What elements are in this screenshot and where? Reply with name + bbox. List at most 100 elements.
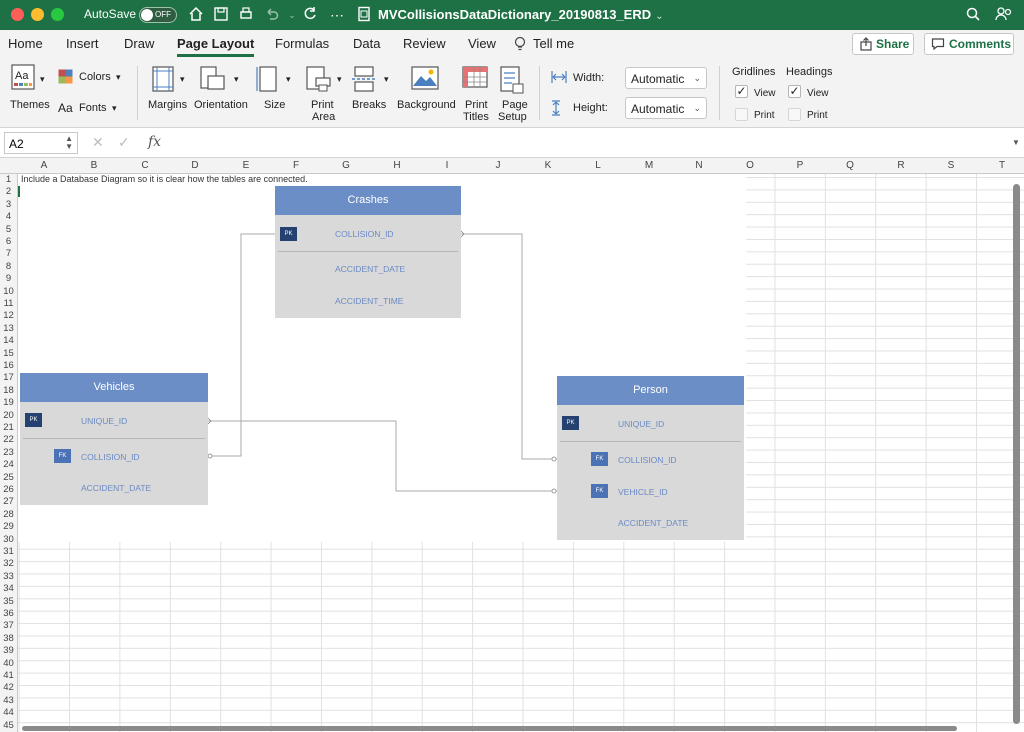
enter-icon[interactable]: ✓ xyxy=(118,134,130,151)
breaks-label[interactable]: Breaks xyxy=(352,100,386,111)
row-header[interactable]: 2 xyxy=(0,186,17,197)
row-header[interactable]: 18 xyxy=(0,385,17,396)
fonts-dropdown-icon[interactable]: ▾ xyxy=(112,103,117,114)
tab-page-layout[interactable]: Page Layout xyxy=(177,36,255,57)
column-header[interactable]: Q xyxy=(842,160,858,171)
row-header[interactable]: 23 xyxy=(0,447,17,458)
colors-icon[interactable] xyxy=(58,69,73,84)
row-header[interactable]: 32 xyxy=(0,558,17,569)
column-header[interactable]: H xyxy=(389,160,405,171)
height-select[interactable]: Automatic ⌄ xyxy=(625,97,707,119)
column-header[interactable]: A xyxy=(36,160,52,171)
size-icon[interactable] xyxy=(256,66,278,92)
undo-dropdown-icon[interactable]: ⌄ xyxy=(283,6,301,24)
row-header[interactable]: 8 xyxy=(0,261,17,272)
themes-dropdown-icon[interactable]: ▾ xyxy=(40,74,45,85)
tab-formulas[interactable]: Formulas xyxy=(275,36,329,51)
cancel-icon[interactable]: ✕ xyxy=(92,134,104,151)
background-icon[interactable] xyxy=(411,66,439,90)
insert-function-icon[interactable]: fx xyxy=(148,134,161,150)
row-header[interactable]: 36 xyxy=(0,608,17,619)
tab-draw[interactable]: Draw xyxy=(124,36,154,51)
row-header[interactable]: 15 xyxy=(0,348,17,359)
row-header[interactable]: 13 xyxy=(0,323,17,334)
account-icon[interactable] xyxy=(995,6,1013,24)
row-header[interactable]: 20 xyxy=(0,410,17,421)
orientation-icon[interactable] xyxy=(200,66,225,92)
breaks-dropdown-icon[interactable]: ▾ xyxy=(384,74,389,85)
row-header[interactable]: 10 xyxy=(0,286,17,297)
row-header[interactable]: 42 xyxy=(0,682,17,693)
column-header[interactable]: B xyxy=(86,160,102,171)
row-header[interactable]: 35 xyxy=(0,596,17,607)
row-header[interactable]: 28 xyxy=(0,509,17,520)
column-header[interactable]: J xyxy=(490,160,506,171)
row-header[interactable]: 11 xyxy=(0,298,17,309)
margins-dropdown-icon[interactable]: ▾ xyxy=(180,74,185,85)
row-header[interactable]: 37 xyxy=(0,620,17,631)
name-box[interactable]: A2 ▲ ▼ xyxy=(4,132,78,154)
column-header[interactable]: T xyxy=(994,160,1010,171)
row-header[interactable]: 26 xyxy=(0,484,17,495)
autosave-toggle[interactable]: OFF xyxy=(139,7,177,23)
row-header[interactable]: 5 xyxy=(0,224,17,235)
gridlines-print-checkbox[interactable] xyxy=(735,108,748,121)
headings-print-checkbox[interactable] xyxy=(788,108,801,121)
row-header[interactable]: 16 xyxy=(0,360,17,371)
margins-icon[interactable] xyxy=(152,66,174,92)
margins-label[interactable]: Margins xyxy=(148,100,187,111)
print-titles-icon[interactable] xyxy=(462,66,488,92)
row-header[interactable]: 3 xyxy=(0,199,17,210)
row-header[interactable]: 7 xyxy=(0,248,17,259)
tab-view[interactable]: View xyxy=(468,36,496,51)
row-header[interactable]: 33 xyxy=(0,571,17,582)
tab-insert[interactable]: Insert xyxy=(66,36,99,51)
width-select[interactable]: Automatic ⌄ xyxy=(625,67,707,89)
row-header[interactable]: 14 xyxy=(0,335,17,346)
row-header[interactable]: 19 xyxy=(0,397,17,408)
column-header[interactable]: K xyxy=(540,160,556,171)
column-header[interactable]: L xyxy=(590,160,606,171)
print-area-icon[interactable] xyxy=(306,66,331,92)
page-setup-label-1[interactable]: Page xyxy=(502,100,528,111)
vertical-scrollbar[interactable] xyxy=(1013,184,1020,724)
row-header[interactable]: 25 xyxy=(0,472,17,483)
title-chevron-icon[interactable]: ⌄ xyxy=(655,11,663,22)
gridlines-view-checkbox[interactable]: ✓ xyxy=(735,85,748,98)
more-icon[interactable]: ⋯ xyxy=(328,6,346,24)
zoom-window-button[interactable] xyxy=(51,8,64,21)
row-header[interactable]: 6 xyxy=(0,236,17,247)
column-header[interactable]: G xyxy=(338,160,354,171)
column-header[interactable]: E xyxy=(238,160,254,171)
horizontal-scrollbar[interactable] xyxy=(22,726,957,731)
size-dropdown-icon[interactable]: ▾ xyxy=(286,74,291,85)
tab-data[interactable]: Data xyxy=(353,36,380,51)
row-header[interactable]: 1 xyxy=(0,174,17,185)
row-header[interactable]: 41 xyxy=(0,670,17,681)
column-header[interactable]: I xyxy=(439,160,455,171)
column-header[interactable]: C xyxy=(137,160,153,171)
search-icon[interactable] xyxy=(964,6,982,24)
column-header[interactable]: D xyxy=(187,160,203,171)
row-header[interactable]: 12 xyxy=(0,310,17,321)
row-header[interactable]: 44 xyxy=(0,707,17,718)
column-header[interactable]: S xyxy=(943,160,959,171)
column-header[interactable]: N xyxy=(691,160,707,171)
comments-button[interactable]: Comments xyxy=(924,33,1014,55)
row-header[interactable]: 45 xyxy=(0,720,17,731)
cell-a1-text[interactable]: Include a Database Diagram so it is clea… xyxy=(21,174,308,184)
expand-formula-icon[interactable]: ▼ xyxy=(1012,138,1020,147)
row-header[interactable]: 38 xyxy=(0,633,17,644)
colors-dropdown-icon[interactable]: ▾ xyxy=(116,72,121,83)
print-icon[interactable] xyxy=(237,6,255,24)
breaks-icon[interactable] xyxy=(352,66,376,92)
orientation-label[interactable]: Orientation xyxy=(194,100,248,111)
column-header[interactable]: M xyxy=(641,160,657,171)
row-header[interactable]: 34 xyxy=(0,583,17,594)
column-header[interactable]: P xyxy=(792,160,808,171)
row-header[interactable]: 29 xyxy=(0,521,17,532)
row-header[interactable]: 21 xyxy=(0,422,17,433)
fonts-icon[interactable]: Aa xyxy=(58,102,73,114)
themes-label[interactable]: Themes xyxy=(10,100,50,111)
page-setup-label-2[interactable]: Setup xyxy=(498,112,527,123)
